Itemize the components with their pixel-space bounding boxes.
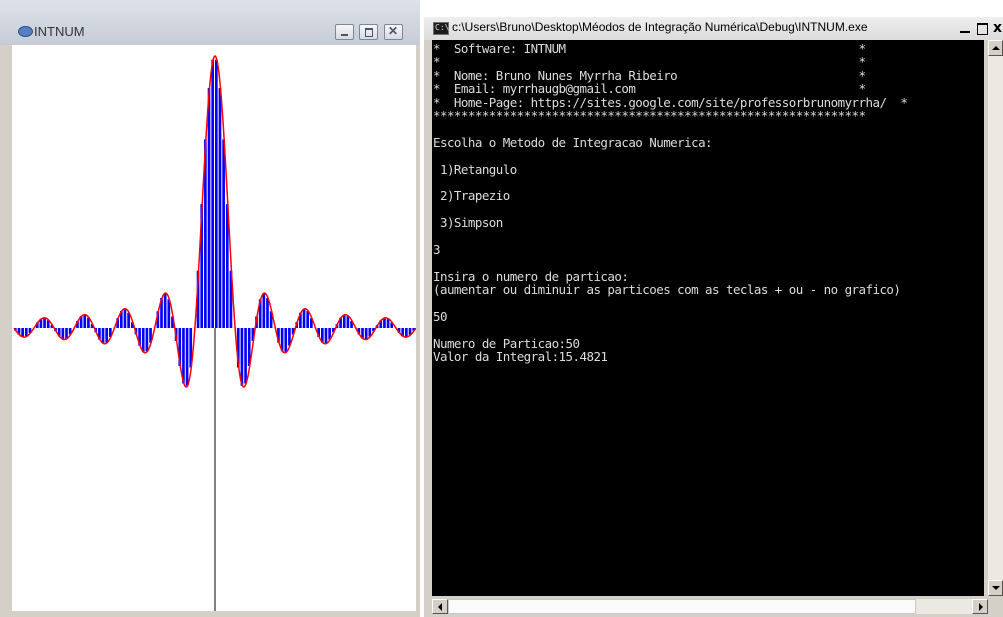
partition-bar (342, 314, 346, 328)
partition-bar (141, 328, 145, 353)
partition-bar (383, 317, 386, 328)
partition-bar (145, 328, 149, 352)
console-output[interactable]: * Software: INTNUM * * * * Nome: Bruno N… (432, 40, 984, 596)
horizontal-scrollbar[interactable] (432, 599, 988, 614)
console-text: * Software: INTNUM * * * * Nome: Bruno N… (433, 41, 908, 365)
graph-window-titlebar[interactable]: INTNUM ✕ (0, 0, 420, 45)
partition-bar (284, 328, 288, 353)
partition-bar (244, 328, 247, 384)
partition-bar (302, 308, 306, 328)
partition-bar (364, 328, 368, 340)
console-close-button[interactable]: x (992, 21, 1003, 36)
close-button[interactable]: ✕ (384, 24, 403, 40)
partition-bar (24, 328, 28, 337)
partition-bar (43, 317, 46, 328)
horizontal-scroll-thumb[interactable] (448, 599, 916, 614)
minimize-icon (960, 31, 970, 33)
console-minimize-button[interactable] (958, 21, 973, 36)
maximize-icon (977, 23, 988, 35)
sinc-plot (13, 54, 416, 611)
partition-bar (240, 328, 244, 386)
scroll-left-button[interactable] (432, 599, 448, 614)
partition-bar (386, 318, 390, 328)
console-maximize-button[interactable] (975, 21, 990, 36)
console-window-titlebar[interactable]: C:\ c:\Users\Bruno\Desktop\Méodos de Int… (424, 17, 1003, 40)
console-window-title: c:\Users\Bruno\Desktop\Méodos de Integra… (452, 20, 868, 34)
partition-bar (211, 59, 214, 329)
partition-bar (262, 293, 266, 328)
partition-bar (324, 328, 328, 344)
partition-bar (101, 328, 105, 344)
vertical-scrollbar[interactable] (988, 40, 1003, 596)
graph-canvas[interactable] (12, 45, 416, 611)
scroll-up-button[interactable] (988, 40, 1003, 56)
partition-bar (65, 328, 68, 339)
partition-bar (306, 310, 310, 328)
partition-bar (163, 293, 167, 328)
arrow-right-icon (979, 603, 983, 611)
maximize-icon (365, 28, 373, 37)
partition-bar (123, 308, 127, 328)
partition-bar (266, 298, 269, 328)
arrow-up-icon (992, 46, 1000, 50)
graph-window: INTNUM ✕ (0, 0, 420, 617)
resize-grip[interactable] (988, 599, 1003, 614)
partition-bar (215, 59, 218, 329)
partition-bar (405, 328, 408, 338)
console-window: C:\ c:\Users\Bruno\Desktop\Méodos de Int… (424, 17, 1003, 617)
partition-bar (218, 88, 222, 329)
partition-bar (61, 328, 65, 340)
cmd-icon: C:\ (433, 22, 449, 35)
scroll-down-button[interactable] (988, 580, 1003, 596)
arrow-down-icon (992, 586, 1000, 590)
scroll-right-button[interactable] (972, 599, 988, 614)
partition-bar (83, 314, 87, 328)
arrow-left-icon (438, 603, 442, 611)
partition-bar (105, 328, 109, 343)
graph-window-title: INTNUM (34, 24, 85, 39)
minimize-button[interactable] (335, 24, 354, 40)
maximize-button[interactable] (359, 24, 378, 40)
close-icon: ✕ (388, 24, 399, 38)
partition-bar (346, 316, 350, 328)
partition-bar (207, 88, 211, 329)
minimize-icon (341, 34, 348, 36)
partition-bar (222, 139, 225, 328)
eye-icon (18, 26, 33, 37)
partition-bar (185, 328, 189, 386)
